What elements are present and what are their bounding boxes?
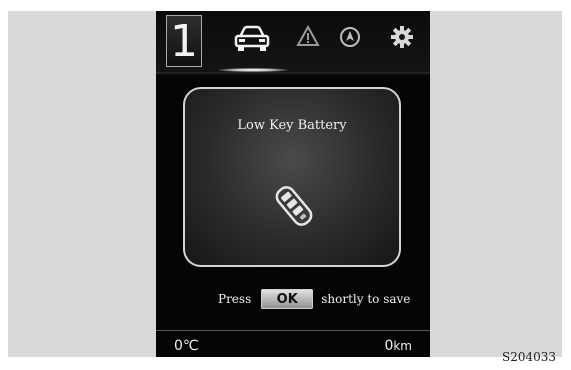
prompt-text-before: Press [218, 292, 252, 306]
key-fob-icon [269, 181, 319, 235]
tab-warnings[interactable] [296, 24, 320, 51]
menu-divider [156, 72, 430, 73]
tab-settings[interactable] [390, 25, 414, 53]
menu-bar: 1 [156, 11, 430, 75]
save-instruction: Press OK shortly to save [218, 287, 430, 311]
tab-navigation[interactable] [338, 25, 362, 53]
prompt-text-after: shortly to save [321, 292, 411, 306]
status-divider [156, 330, 430, 331]
gear-number: 1 [170, 16, 198, 67]
gear-indicator: 1 [166, 15, 202, 67]
instrument-cluster-display: 1 Low Key Battery Press OK shortly to sa… [156, 11, 430, 357]
car-icon [234, 25, 270, 51]
message-title: Low Key Battery [237, 118, 347, 133]
odometer-unit: km [393, 339, 412, 353]
ok-button[interactable]: OK [261, 289, 314, 309]
tab-vehicle[interactable] [232, 23, 272, 57]
warning-icon [296, 24, 320, 46]
odometer: 0km [384, 338, 412, 354]
figure-code: S204033 [502, 350, 557, 364]
navigation-icon [340, 27, 360, 47]
message-panel: Low Key Battery [183, 87, 401, 267]
outside-temperature: 0℃ [174, 338, 199, 354]
settings-icon [391, 26, 413, 48]
